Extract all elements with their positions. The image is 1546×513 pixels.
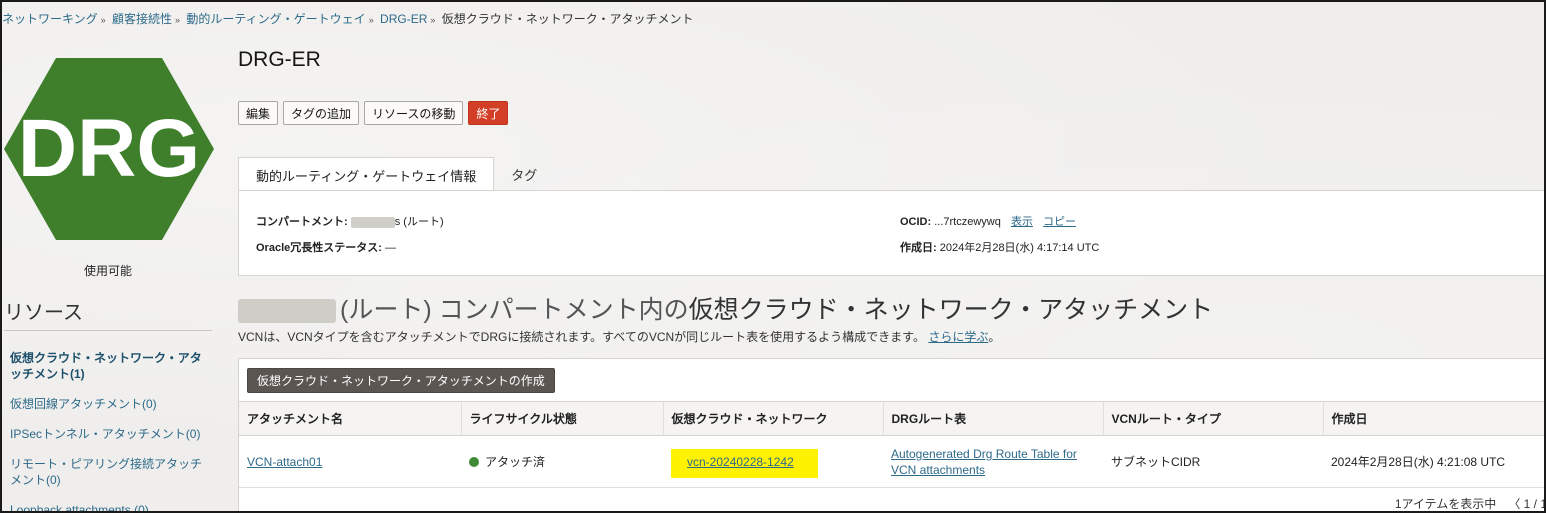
cell-vcn: vcn-20240228-1242	[663, 435, 883, 488]
section-heading-title: 仮想クラウド・ネットワーク・アタッチメント	[688, 296, 1214, 324]
section-description: VCNは、VCNタイプを含むアタッチメントでDRGに接続されます。すべてのVCN…	[238, 328, 1000, 345]
created-value: 2024年2月28日(水) 4:17:14 UTC	[939, 242, 1100, 254]
column-header-route-type[interactable]: VCNルート・タイプ	[1103, 401, 1324, 436]
route-table-link[interactable]: Autogenerated Drg Route Table for VCN at…	[891, 447, 1077, 477]
breadcrumb-separator: »	[175, 15, 181, 25]
drg-logo: DRG	[4, 58, 214, 240]
show-ocid-link[interactable]: 表示	[1011, 216, 1033, 228]
resources-list: 仮想クラウド・ネットワーク・アタッチメント(1) 仮想回線アタッチメント(0) …	[10, 350, 210, 511]
terminate-button[interactable]: 終了	[468, 101, 509, 125]
attachments-table: アタッチメント名 ライフサイクル状態 仮想クラウド・ネットワーク DRGルート表…	[239, 401, 1544, 488]
cell-route-table: Autogenerated Drg Route Table for VCN at…	[883, 435, 1103, 488]
status-label: 使用可能	[84, 264, 133, 278]
table-footer: 1アイテムを表示中 〈 1 / 1	[1394, 495, 1544, 511]
compartment-value: s (ルート)	[394, 216, 444, 228]
resource-item-vcn-attachments[interactable]: 仮想クラウド・ネットワーク・アタッチメント(1)	[10, 350, 210, 382]
breadcrumb-separator: »	[430, 15, 436, 25]
section-heading-scope: (ルート) コンパートメント内の	[340, 296, 689, 324]
breadcrumb-current: 仮想クラウド・ネットワーク・アタッチメント	[441, 12, 694, 26]
cell-created: 2024年2月28日(水) 4:21:08 UTC	[1323, 435, 1544, 488]
console-frame: ネットワーキング» 顧客接続性» 動的ルーティング・ゲートウェイ» DRG-ER…	[0, 0, 1546, 513]
column-header-state[interactable]: ライフサイクル状態	[461, 401, 664, 436]
ocid-value: ...7rtczewywq	[934, 216, 1001, 228]
created-row: 作成日: 2024年2月28日(水) 4:17:14 UTC	[900, 239, 1099, 255]
breadcrumb-drg-er[interactable]: DRG-ER	[380, 12, 427, 26]
move-resource-button[interactable]: リソースの移動	[364, 101, 464, 125]
resource-item-rpc-attachments[interactable]: リモート・ピアリング接続アタッチメント(0)	[10, 456, 210, 488]
table-header-row: アタッチメント名 ライフサイクル状態 仮想クラウド・ネットワーク DRGルート表…	[239, 401, 1544, 436]
detail-tabs: 動的ルーティング・ゲートウェイ情報 タグ	[238, 157, 554, 191]
tab-drg-info[interactable]: 動的ルーティング・ゲートウェイ情報	[238, 157, 495, 191]
breadcrumb-separator: »	[368, 15, 374, 25]
drg-info-panel: コンパートメント: s (ルート) Oracle冗長性ステータス: — OCID…	[238, 190, 1544, 276]
create-vcn-attachment-button[interactable]: 仮想クラウド・ネットワーク・アタッチメントの作成	[247, 368, 555, 393]
attachments-table-card: 仮想クラウド・ネットワーク・アタッチメントの作成 アタッチメント名 ライフサイク…	[238, 358, 1544, 511]
compartment-label: コンパートメント:	[256, 216, 348, 228]
state-value: アタッチ済	[485, 455, 546, 469]
cell-name: VCN-attach01	[239, 435, 461, 488]
column-header-name[interactable]: アタッチメント名	[239, 401, 462, 436]
item-count: 1アイテムを表示中	[1394, 497, 1497, 511]
vcn-highlight: vcn-20240228-1242	[671, 448, 818, 478]
breadcrumb: ネットワーキング» 顧客接続性» 動的ルーティング・ゲートウェイ» DRG-ER…	[2, 10, 694, 27]
attachment-name-link[interactable]: VCN-attach01	[247, 455, 322, 469]
status-dot-icon	[469, 457, 479, 467]
redundancy-row: Oracle冗長性ステータス: —	[256, 239, 396, 255]
resources-divider	[4, 330, 212, 331]
breadcrumb-drg-list[interactable]: 動的ルーティング・ゲートウェイ	[186, 12, 365, 26]
copy-ocid-link[interactable]: コピー	[1043, 216, 1076, 228]
resource-item-virtual-circuit-attachments[interactable]: 仮想回線アタッチメント(0)	[10, 396, 210, 412]
column-header-route-table[interactable]: DRGルート表	[883, 401, 1104, 436]
resource-item-ipsec-attachments[interactable]: IPSecトンネル・アタッチメント(0)	[10, 426, 210, 442]
description-end: 。	[988, 330, 1001, 344]
section-heading: (ルート) コンパートメント内の仮想クラウド・ネットワーク・アタッチメント	[238, 290, 1213, 326]
column-header-created[interactable]: 作成日	[1323, 401, 1544, 436]
breadcrumb-separator: »	[100, 15, 106, 25]
compartment-row: コンパートメント: s (ルート)	[256, 213, 444, 229]
description-text: VCNは、VCNタイプを含むアタッチメントでDRGに接続されます。すべてのVCN…	[238, 330, 925, 344]
tab-tags[interactable]: タグ	[494, 157, 554, 191]
cell-route-type: サブネットCIDR	[1103, 435, 1323, 488]
edit-button[interactable]: 編集	[238, 101, 279, 125]
add-tag-button[interactable]: タグの追加	[283, 101, 360, 125]
redacted-compartment	[350, 216, 395, 228]
drg-hexagon-icon: DRG	[4, 58, 214, 240]
redundancy-value: —	[384, 242, 396, 254]
vcn-link[interactable]: vcn-20240228-1242	[687, 455, 794, 469]
logo-text: DRG	[18, 103, 200, 194]
column-header-vcn[interactable]: 仮想クラウド・ネットワーク	[663, 401, 884, 436]
redundancy-label: Oracle冗長性ステータス:	[256, 242, 382, 254]
ocid-label: OCID:	[900, 216, 932, 228]
learn-more-link[interactable]: さらに学ぶ	[928, 330, 988, 344]
resource-item-loopback-attachments[interactable]: Loopback attachments (0)	[10, 502, 210, 511]
created-label: 作成日:	[900, 242, 937, 254]
page-title: DRG-ER	[238, 48, 321, 71]
breadcrumb-networking[interactable]: ネットワーキング	[2, 12, 98, 26]
breadcrumb-customer-connectivity[interactable]: 顧客接続性	[112, 12, 172, 26]
redacted-compartment-name	[238, 299, 336, 324]
ocid-row: OCID: ...7rtczewywq 表示 コピー	[900, 213, 1076, 229]
action-bar: 編集 タグの追加 リソースの移動 終了	[238, 101, 509, 125]
pagination[interactable]: 〈 1 / 1	[1508, 495, 1544, 511]
resources-title: リソース	[4, 302, 83, 324]
cell-state: アタッチ済	[461, 435, 663, 488]
table-row: VCN-attach01 アタッチ済 vcn-20240228-1242 Aut…	[239, 435, 1544, 488]
